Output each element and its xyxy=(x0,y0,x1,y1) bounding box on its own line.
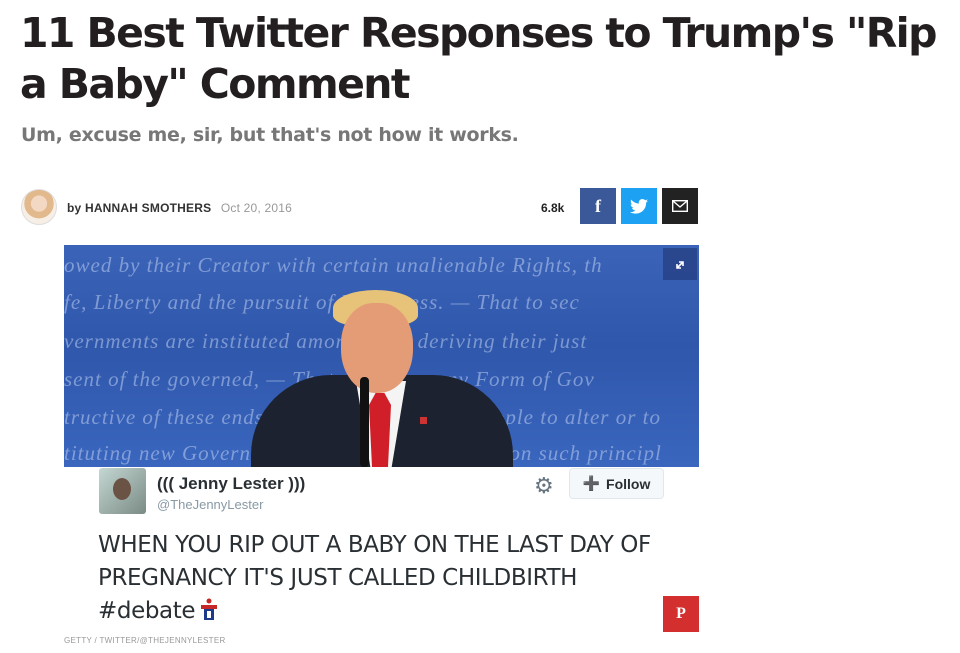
tweet-text: WHEN YOU RIP OUT A BABY ON THE LAST DAY … xyxy=(98,529,658,628)
byline-prefix: by xyxy=(67,201,82,215)
speaker-head xyxy=(341,303,413,393)
tweet-handle[interactable]: @TheJennyLester xyxy=(157,497,263,512)
backdrop-text-line: vernments are instituted among Men, deri… xyxy=(64,329,588,353)
twitter-icon xyxy=(630,198,648,214)
follow-label: Follow xyxy=(606,475,651,492)
article-subtitle: Um, excuse me, sir, but that's not how i… xyxy=(21,124,519,146)
gear-icon[interactable]: ⚙ xyxy=(534,473,554,499)
photo-credit: GETTY / TWITTER/@THEJENNYLESTER xyxy=(64,636,226,645)
facebook-share-button[interactable]: f xyxy=(580,188,616,224)
pinterest-icon: P xyxy=(676,605,686,622)
follow-button[interactable]: ➕ Follow xyxy=(569,468,664,499)
backdrop-text-line: fe, Liberty and the pursuit of Happiness… xyxy=(64,290,580,314)
backdrop-text-line: owed by their Creator with certain unali… xyxy=(64,253,603,277)
expand-button[interactable] xyxy=(663,248,697,280)
embedded-tweet[interactable]: ((( Jenny Lester ))) @TheJennyLester ⚙ ➕… xyxy=(64,467,699,632)
tweet-text-content: WHEN YOU RIP OUT A BABY ON THE LAST DAY … xyxy=(98,532,651,624)
author-name[interactable]: HANNAH SMOTHERS xyxy=(85,201,211,215)
microphone xyxy=(360,377,369,467)
debate-podium-icon xyxy=(201,598,218,620)
expand-icon xyxy=(676,261,684,269)
article-hero-image[interactable]: owed by their Creator with certain unali… xyxy=(64,245,699,467)
email-share-button[interactable] xyxy=(662,188,698,224)
envelope-icon xyxy=(672,200,688,212)
add-user-icon: ➕ xyxy=(582,475,601,491)
tweet-author-avatar[interactable] xyxy=(99,468,146,514)
twitter-share-button[interactable] xyxy=(621,188,657,224)
pinterest-pin-button[interactable]: P xyxy=(663,596,699,632)
share-count: 6.8k xyxy=(541,201,565,215)
article-title: 11 Best Twitter Responses to Trump's "Ri… xyxy=(20,9,937,108)
tweet-display-name[interactable]: ((( Jenny Lester ))) xyxy=(157,474,305,494)
facebook-icon: f xyxy=(595,195,601,216)
byline: by HANNAH SMOTHERS Oct 20, 2016 xyxy=(67,201,292,215)
author-avatar[interactable] xyxy=(21,189,57,225)
byline-row: by HANNAH SMOTHERS Oct 20, 2016 6.8k f xyxy=(21,188,699,226)
publish-date: Oct 20, 2016 xyxy=(220,201,292,215)
flag-pin xyxy=(420,417,427,424)
speaker-tie xyxy=(369,393,391,467)
